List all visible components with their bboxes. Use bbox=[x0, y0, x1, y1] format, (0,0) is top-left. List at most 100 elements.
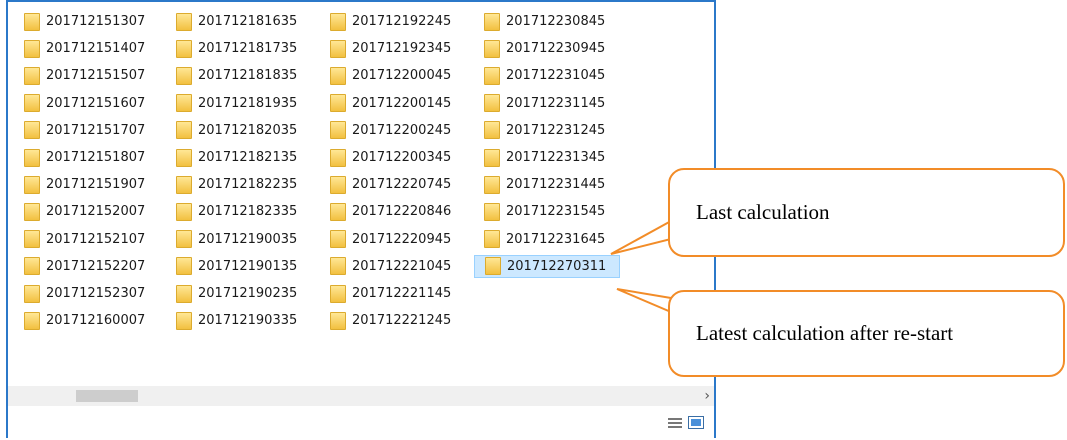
folder-item[interactable]: 201712200045 bbox=[330, 64, 451, 87]
folder-name: 201712151307 bbox=[46, 14, 146, 29]
folder-name: 201712231345 bbox=[506, 150, 606, 165]
folder-item[interactable]: 201712152107 bbox=[24, 228, 145, 251]
folder-name: 201712221045 bbox=[352, 258, 452, 274]
folder-item[interactable]: 201712221045 bbox=[330, 255, 451, 278]
folder-icon bbox=[330, 66, 346, 85]
folder-icon bbox=[485, 257, 501, 276]
folder-item[interactable]: 201712151707 bbox=[24, 119, 145, 142]
folder-item[interactable]: 201712182235 bbox=[176, 173, 297, 196]
folder-name: 201712220846 bbox=[352, 204, 452, 220]
folder-name: 201712200245 bbox=[352, 122, 452, 138]
folder-item[interactable]: 201712151407 bbox=[24, 37, 145, 60]
folder-item[interactable]: 201712151807 bbox=[24, 146, 145, 169]
folder-icon bbox=[176, 121, 192, 140]
folder-icon bbox=[24, 257, 40, 276]
folder-item[interactable]: 201712152007 bbox=[24, 200, 145, 223]
folder-icon bbox=[484, 148, 500, 167]
folder-icon bbox=[24, 148, 40, 167]
folder-item[interactable]: 201712151307 bbox=[24, 10, 145, 33]
folder-item[interactable]: 201712190335 bbox=[176, 309, 297, 332]
folder-icon bbox=[484, 12, 500, 31]
folder-name: 201712152007 bbox=[46, 204, 146, 220]
folder-icon bbox=[24, 311, 40, 330]
folder-item[interactable]: 201712160007 bbox=[24, 309, 145, 332]
folder-item[interactable]: 201712231645 bbox=[484, 228, 605, 251]
folder-item[interactable]: 201712220945 bbox=[330, 228, 451, 251]
folder-item[interactable]: 201712270311 bbox=[474, 254, 620, 278]
folder-item[interactable]: 201712181635 bbox=[176, 10, 297, 33]
folder-name: 201712230945 bbox=[506, 41, 606, 57]
folder-item[interactable]: 201712181735 bbox=[176, 37, 297, 60]
folder-icon bbox=[176, 311, 192, 330]
folder-name: 201712160007 bbox=[46, 313, 146, 329]
large-icons-view-icon[interactable] bbox=[688, 416, 704, 429]
folder-name: 201712182035 bbox=[198, 122, 298, 138]
folder-item[interactable]: 201712230945 bbox=[484, 37, 605, 60]
folder-icon bbox=[330, 148, 346, 167]
folder-icon bbox=[484, 230, 500, 249]
folder-item[interactable]: 201712190035 bbox=[176, 228, 297, 251]
folder-item[interactable]: 201712151607 bbox=[24, 92, 145, 115]
folder-item[interactable]: 201712231445 bbox=[484, 173, 605, 196]
folder-item[interactable]: 201712221145 bbox=[330, 282, 451, 305]
folder-item[interactable]: 201712151907 bbox=[24, 173, 145, 196]
folder-icon bbox=[330, 230, 346, 249]
folder-name: 201712231445 bbox=[506, 177, 606, 193]
folder-icon bbox=[176, 230, 192, 249]
callout-last-calculation: Last calculation bbox=[668, 168, 1065, 257]
folder-name: 201712182135 bbox=[198, 150, 298, 165]
folder-item[interactable]: 201712200345 bbox=[330, 146, 451, 169]
folder-name: 201712182335 bbox=[198, 204, 298, 220]
folder-name: 201712221245 bbox=[352, 313, 452, 329]
folder-icon bbox=[176, 94, 192, 113]
folder-item[interactable]: 201712181835 bbox=[176, 64, 297, 87]
folder-name: 201712151907 bbox=[46, 177, 146, 193]
folder-icon bbox=[330, 121, 346, 140]
folder-item[interactable]: 201712190235 bbox=[176, 282, 297, 305]
folder-item[interactable]: 201712182035 bbox=[176, 119, 297, 142]
folder-name: 201712190035 bbox=[198, 231, 298, 247]
folder-name: 201712192245 bbox=[352, 14, 452, 29]
folder-name: 201712181935 bbox=[198, 95, 298, 111]
folder-item[interactable]: 201712231545 bbox=[484, 200, 605, 223]
folder-item[interactable]: 201712220745 bbox=[330, 173, 451, 196]
folder-icon bbox=[330, 284, 346, 303]
folder-item[interactable]: 201712181935 bbox=[176, 92, 297, 115]
folder-name: 201712182235 bbox=[198, 177, 298, 193]
folder-name: 201712151607 bbox=[46, 95, 146, 111]
status-bar bbox=[8, 406, 714, 440]
folder-item[interactable]: 201712231345 bbox=[484, 146, 605, 169]
folder-name: 201712231045 bbox=[506, 68, 606, 84]
folder-icon bbox=[176, 148, 192, 167]
folder-icon bbox=[484, 66, 500, 85]
folder-name: 201712151507 bbox=[46, 68, 146, 84]
folder-item[interactable]: 201712152307 bbox=[24, 282, 145, 305]
details-view-icon[interactable] bbox=[668, 416, 682, 430]
folder-icon bbox=[176, 175, 192, 194]
folder-name: 201712181635 bbox=[198, 14, 298, 29]
folder-item[interactable]: 201712231245 bbox=[484, 119, 605, 142]
folder-item[interactable]: 201712182335 bbox=[176, 200, 297, 223]
horizontal-scrollbar[interactable]: › bbox=[8, 386, 714, 406]
folder-item[interactable]: 201712152207 bbox=[24, 255, 145, 278]
scrollbar-thumb[interactable] bbox=[76, 390, 138, 402]
folder-icon bbox=[24, 39, 40, 58]
folder-item[interactable]: 201712230845 bbox=[484, 10, 605, 33]
folder-item[interactable]: 201712231145 bbox=[484, 92, 605, 115]
folder-item[interactable]: 201712192245 bbox=[330, 10, 451, 33]
folder-icon bbox=[24, 202, 40, 221]
folder-item[interactable]: 201712200145 bbox=[330, 92, 451, 115]
folder-icon bbox=[176, 66, 192, 85]
folder-item[interactable]: 201712200245 bbox=[330, 119, 451, 142]
folder-item[interactable]: 201712190135 bbox=[176, 255, 297, 278]
folder-item[interactable]: 201712221245 bbox=[330, 309, 451, 332]
callout-last-calculation-text: Last calculation bbox=[696, 200, 830, 224]
folder-item[interactable]: 201712231045 bbox=[484, 64, 605, 87]
scroll-right-icon[interactable]: › bbox=[704, 386, 710, 406]
folder-icon bbox=[484, 202, 500, 221]
folder-item[interactable]: 201712182135 bbox=[176, 146, 297, 169]
folder-item[interactable]: 201712220846 bbox=[330, 200, 451, 223]
folder-item[interactable]: 201712151507 bbox=[24, 64, 145, 87]
folder-item[interactable]: 201712192345 bbox=[330, 37, 451, 60]
folder-icon bbox=[330, 311, 346, 330]
